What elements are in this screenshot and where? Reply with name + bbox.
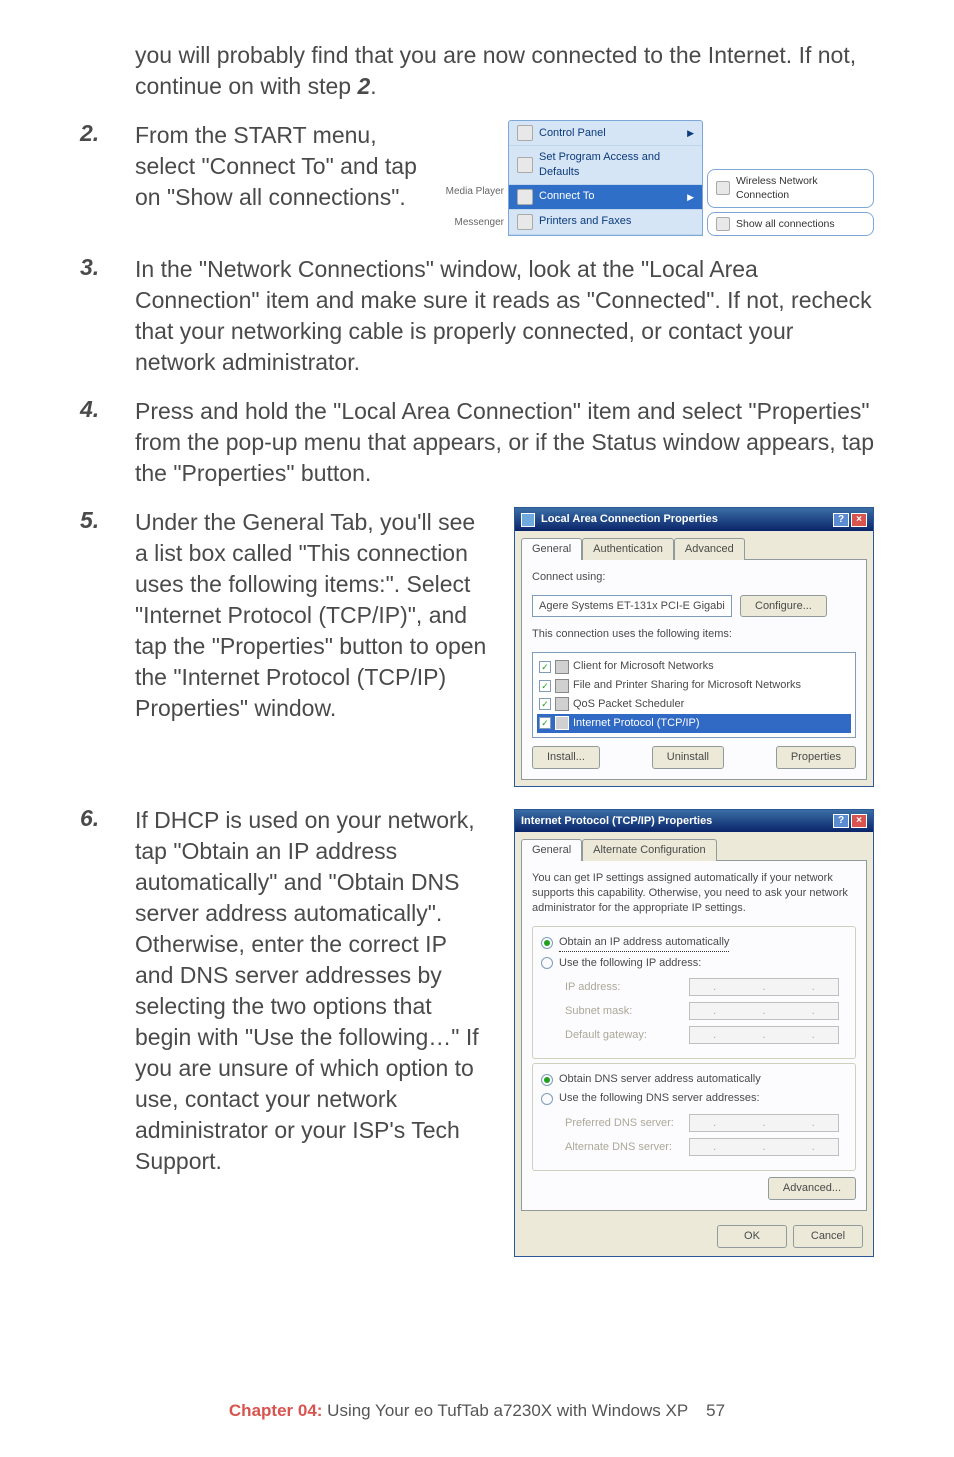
tab-alt-config[interactable]: Alternate Configuration [582, 839, 717, 861]
step-6-number: 6. [80, 805, 135, 1257]
menu-set-defaults[interactable]: Set Program Access andDefaults [509, 146, 702, 185]
step-3: 3. In the "Network Connections" window, … [80, 254, 874, 378]
fps-icon [555, 679, 569, 693]
step-3-number: 3. [80, 254, 135, 378]
defaults-icon [517, 157, 533, 173]
intro-main: you will probably find that you are now … [135, 42, 856, 99]
figure-tcpip-properties-dialog: Internet Protocol (TCP/IP) Properties ? … [514, 809, 874, 1257]
intro-text: you will probably find that you are now … [135, 40, 874, 102]
dialog-title: Internet Protocol (TCP/IP) Properties [521, 814, 712, 829]
footer-title: Using Your eo TufTab a7230X with Windows… [322, 1401, 688, 1420]
connect-using-label: Connect using: [532, 570, 856, 585]
checkbox[interactable]: ✓ [539, 717, 551, 729]
radio-obtain-dns-auto[interactable]: Obtain DNS server address automatically [541, 1070, 847, 1089]
chevron-right-icon: ▶ [687, 191, 694, 203]
dialog-titlebar: Internet Protocol (TCP/IP) Properties ? … [515, 810, 873, 833]
alt-dns-field: ... [689, 1138, 839, 1156]
footer-page-number: 57 [706, 1401, 725, 1420]
list-item-selected: ✓Internet Protocol (TCP/IP) [537, 714, 851, 733]
step-2-number: 2. [80, 120, 135, 236]
uninstall-button[interactable]: Uninstall [652, 746, 724, 769]
radio-use-ip[interactable]: Use the following IP address: [541, 954, 847, 973]
connections-icon [716, 217, 730, 231]
radio-icon [541, 1074, 553, 1086]
step-6: 6. If DHCP is used on your network, tap … [80, 805, 874, 1257]
help-button[interactable]: ? [833, 814, 849, 828]
footer-chapter: Chapter 04: [229, 1401, 323, 1420]
dialog-titlebar: Local Area Connection Properties ? × [515, 508, 873, 531]
step-5-number: 5. [80, 507, 135, 786]
list-item: ✓File and Printer Sharing for Microsoft … [537, 676, 851, 695]
step-4-text: Press and hold the "Local Area Connectio… [135, 396, 874, 489]
list-item: ✓QoS Packet Scheduler [537, 695, 851, 714]
install-button[interactable]: Install... [532, 746, 600, 769]
ok-button[interactable]: OK [717, 1225, 787, 1248]
tab-general[interactable]: General [521, 538, 582, 560]
start-left-messenger: Messenger [455, 216, 504, 230]
uses-items-label: This connection uses the following items… [532, 627, 856, 642]
connect-to-icon [517, 189, 533, 205]
checkbox[interactable]: ✓ [539, 680, 551, 692]
submenu-wireless[interactable]: Wireless Network Connection [707, 169, 874, 207]
tcpip-description: You can get IP settings assigned automat… [532, 871, 856, 916]
checkbox[interactable]: ✓ [539, 698, 551, 710]
radio-obtain-ip-auto[interactable]: Obtain an IP address automatically [541, 933, 847, 954]
ip-group: Obtain an IP address automatically Use t… [532, 926, 856, 1060]
dialog-title: Local Area Connection Properties [541, 512, 718, 527]
pref-dns-label: Preferred DNS server: [565, 1116, 674, 1131]
client-icon [555, 660, 569, 674]
page-footer: Chapter 04: Using Your eo TufTab a7230X … [0, 1401, 954, 1421]
menu-printers-faxes[interactable]: Printers and Faxes [509, 210, 702, 235]
wireless-icon [716, 181, 730, 195]
radio-use-dns[interactable]: Use the following DNS server addresses: [541, 1089, 847, 1108]
cancel-button[interactable]: Cancel [793, 1225, 863, 1248]
printers-icon [517, 214, 533, 230]
figure-lac-properties-dialog: Local Area Connection Properties ? × Gen… [514, 507, 874, 786]
chevron-right-icon: ▶ [687, 127, 694, 139]
start-left-media-player: Media Player [446, 185, 504, 199]
radio-icon [541, 937, 553, 949]
radio-icon [541, 1093, 553, 1105]
submenu-show-all[interactable]: Show all connections [707, 212, 874, 236]
checkbox[interactable]: ✓ [539, 661, 551, 673]
step-6-text: If DHCP is used on your network, tap "Ob… [135, 805, 490, 1178]
adapter-field[interactable]: Agere Systems ET-131x PCI-E Gigabi [532, 595, 732, 618]
connection-items-listbox[interactable]: ✓Client for Microsoft Networks ✓File and… [532, 652, 856, 737]
dialog-icon [521, 513, 535, 527]
step-5: 5. Under the General Tab, you'll see a l… [80, 507, 874, 786]
figure-start-menu: Media Player Messenger Control Panel▶ Se… [434, 120, 874, 236]
radio-icon [541, 957, 553, 969]
alt-dns-label: Alternate DNS server: [565, 1140, 672, 1155]
step-2-text: From the START menu, select "Connect To"… [135, 120, 422, 213]
help-button[interactable]: ? [833, 513, 849, 527]
gateway-field: ... [689, 1026, 839, 1044]
step-4: 4. Press and hold the "Local Area Connec… [80, 396, 874, 489]
list-item: ✓Client for Microsoft Networks [537, 657, 851, 676]
ip-address-field: ... [689, 978, 839, 996]
tab-authentication[interactable]: Authentication [582, 538, 674, 560]
tcpip-icon [555, 716, 569, 730]
control-panel-icon [517, 125, 533, 141]
menu-connect-to[interactable]: Connect To▶ [509, 185, 702, 210]
advanced-button[interactable]: Advanced... [768, 1177, 856, 1200]
subnet-field: ... [689, 1002, 839, 1020]
qos-icon [555, 697, 569, 711]
tab-general[interactable]: General [521, 839, 582, 861]
properties-button[interactable]: Properties [776, 746, 856, 769]
close-button[interactable]: × [851, 513, 867, 527]
step-5-text: Under the General Tab, you'll see a list… [135, 507, 490, 724]
close-button[interactable]: × [851, 814, 867, 828]
step-2: 2. From the START menu, select "Connect … [80, 120, 874, 236]
step-3-text: In the "Network Connections" window, loo… [135, 254, 874, 378]
configure-button[interactable]: Configure... [740, 595, 827, 618]
step-4-number: 4. [80, 396, 135, 489]
menu-control-panel[interactable]: Control Panel▶ [509, 121, 702, 146]
pref-dns-field: ... [689, 1114, 839, 1132]
gateway-label: Default gateway: [565, 1028, 647, 1043]
ip-address-label: IP address: [565, 980, 620, 995]
tab-advanced[interactable]: Advanced [674, 538, 745, 560]
subnet-label: Subnet mask: [565, 1004, 632, 1019]
intro-step-ref: 2 [357, 73, 370, 99]
dns-group: Obtain DNS server address automatically … [532, 1063, 856, 1171]
